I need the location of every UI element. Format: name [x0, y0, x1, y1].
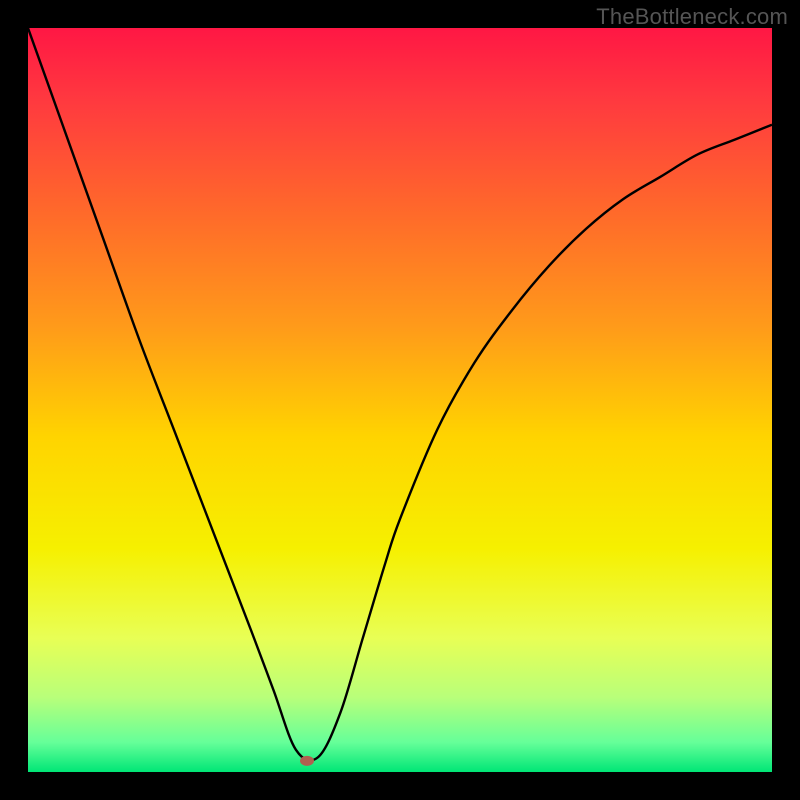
plot-area [28, 28, 772, 772]
watermark-text: TheBottleneck.com [596, 4, 788, 30]
optimal-point-marker [300, 756, 314, 766]
chart-frame: TheBottleneck.com [0, 0, 800, 800]
chart-svg [28, 28, 772, 772]
gradient-background [28, 28, 772, 772]
